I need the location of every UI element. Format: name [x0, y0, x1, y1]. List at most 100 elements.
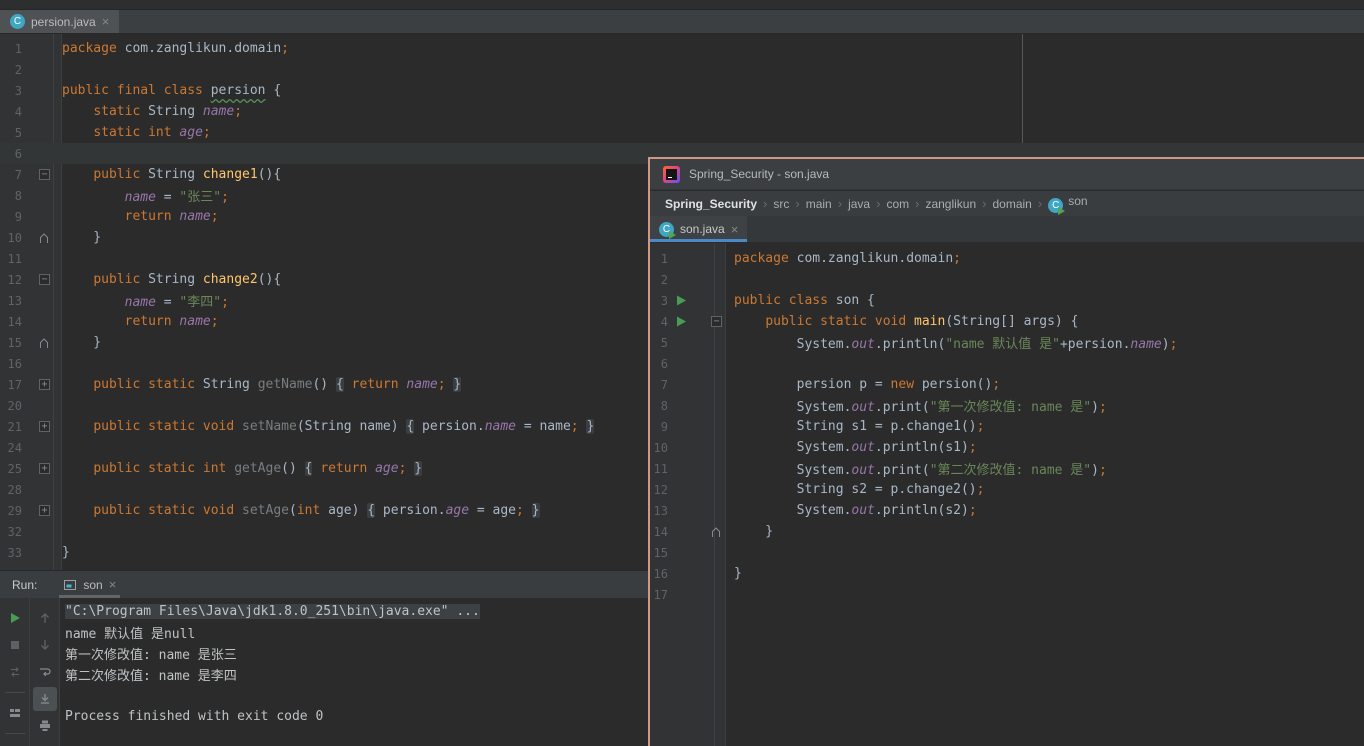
code-line[interactable]: 4 static String name;: [0, 101, 1364, 122]
line-number[interactable]: 15: [650, 546, 670, 560]
line-number[interactable]: 9: [650, 420, 670, 434]
line-number[interactable]: 10: [0, 231, 28, 245]
line-number[interactable]: 5: [650, 336, 670, 350]
fold-collapse-icon[interactable]: −: [711, 316, 722, 327]
tab-son-java[interactable]: C son.java ×: [650, 216, 747, 242]
line-number[interactable]: 21: [0, 420, 28, 434]
code-line[interactable]: 2: [650, 269, 1364, 290]
line-number[interactable]: 12: [650, 483, 670, 497]
breadcrumb-item-son[interactable]: Cson: [1048, 194, 1087, 213]
code-line[interactable]: 1package com.zanglikun.domain;: [0, 38, 1364, 59]
line-number[interactable]: 24: [0, 441, 28, 455]
fold-end-icon[interactable]: [710, 526, 722, 538]
code-line[interactable]: 11 System.out.print("第二次修改值: name 是");: [650, 458, 1364, 479]
code-line[interactable]: 15: [650, 542, 1364, 563]
breadcrumb-item-main[interactable]: main: [806, 197, 832, 211]
line-number[interactable]: 17: [0, 378, 28, 392]
code-line[interactable]: 3public class son {: [650, 290, 1364, 311]
run-line-icon[interactable]: [670, 316, 692, 327]
run-tab-son[interactable]: son ×: [55, 571, 124, 598]
line-number[interactable]: 13: [650, 504, 670, 518]
line-number[interactable]: 16: [0, 357, 28, 371]
line-number[interactable]: 2: [0, 63, 28, 77]
code-line[interactable]: 5 System.out.println("name 默认值 是"+persio…: [650, 332, 1364, 353]
restore-layout-button[interactable]: [3, 701, 27, 725]
code-line[interactable]: 17: [650, 584, 1364, 605]
code-line[interactable]: 9 String s1 = p.change1();: [650, 416, 1364, 437]
code-line[interactable]: 10 System.out.println(s1);: [650, 437, 1364, 458]
line-number[interactable]: 14: [650, 525, 670, 539]
code-line[interactable]: 1package com.zanglikun.domain;: [650, 248, 1364, 269]
prev-occurrence-button[interactable]: [33, 606, 57, 630]
breadcrumb-item-com[interactable]: com: [886, 197, 909, 211]
line-number[interactable]: 10: [650, 441, 670, 455]
rerun-button[interactable]: [3, 606, 27, 630]
breadcrumb-item-src[interactable]: src: [773, 197, 789, 211]
line-number[interactable]: 1: [650, 252, 670, 266]
line-number[interactable]: 25: [0, 462, 28, 476]
line-number[interactable]: 33: [0, 546, 28, 560]
line-number[interactable]: 14: [0, 315, 28, 329]
breadcrumb-item-java[interactable]: java: [848, 197, 870, 211]
fold-end-icon[interactable]: [38, 337, 50, 349]
code-line[interactable]: 14 }: [650, 521, 1364, 542]
line-number[interactable]: 2: [650, 273, 670, 287]
code-line[interactable]: 16}: [650, 563, 1364, 584]
code-line[interactable]: 7 persion p = new persion();: [650, 374, 1364, 395]
line-number[interactable]: 7: [650, 378, 670, 392]
rerun-failed-button[interactable]: [3, 660, 27, 684]
tab-persion-java[interactable]: C persion.java ×: [0, 10, 119, 33]
fold-expand-icon[interactable]: +: [39, 505, 50, 516]
breadcrumb-item-zanglikun[interactable]: zanglikun: [925, 197, 976, 211]
line-number[interactable]: 11: [0, 252, 28, 266]
fold-expand-icon[interactable]: +: [39, 421, 50, 432]
clear-all-button[interactable]: [33, 741, 57, 746]
run-line-icon[interactable]: [670, 295, 692, 306]
fold-collapse-icon[interactable]: −: [39, 274, 50, 285]
pin-tab-button[interactable]: [3, 742, 27, 746]
window-title-bar[interactable]: Spring_Security - son.java: [650, 159, 1364, 190]
line-number[interactable]: 8: [0, 189, 28, 203]
line-number[interactable]: 6: [0, 147, 28, 161]
son-java-editor[interactable]: 1package com.zanglikun.domain; 2 3public c…: [650, 243, 1364, 746]
fold-collapse-icon[interactable]: −: [39, 169, 50, 180]
fold-expand-icon[interactable]: +: [39, 379, 50, 390]
line-number[interactable]: 11: [650, 462, 670, 476]
code-line[interactable]: 5 static int age;: [0, 122, 1364, 143]
scroll-to-end-button[interactable]: [33, 687, 57, 711]
soft-wrap-button[interactable]: [33, 660, 57, 684]
breadcrumb-item-spring_security[interactable]: Spring_Security: [665, 197, 757, 211]
line-number[interactable]: 4: [650, 315, 670, 329]
code-line[interactable]: 3public final class persion {: [0, 80, 1364, 101]
line-number[interactable]: 9: [0, 210, 28, 224]
close-icon[interactable]: ×: [109, 578, 117, 591]
line-number[interactable]: 28: [0, 483, 28, 497]
line-number[interactable]: 13: [0, 294, 28, 308]
line-number[interactable]: 12: [0, 273, 28, 287]
fold-end-icon[interactable]: [38, 232, 50, 244]
line-number[interactable]: 20: [0, 399, 28, 413]
stop-button[interactable]: [3, 633, 27, 657]
code-line[interactable]: 8 System.out.print("第一次修改值: name 是");: [650, 395, 1364, 416]
code-line[interactable]: 13 System.out.println(s2);: [650, 500, 1364, 521]
line-number[interactable]: 17: [650, 588, 670, 602]
code-line[interactable]: 12 String s2 = p.change2();: [650, 479, 1364, 500]
code-line[interactable]: 6: [650, 353, 1364, 374]
line-number[interactable]: 32: [0, 525, 28, 539]
line-number[interactable]: 1: [0, 42, 28, 56]
close-icon[interactable]: ×: [102, 15, 110, 28]
line-number[interactable]: 4: [0, 105, 28, 119]
code-line[interactable]: 2: [0, 59, 1364, 80]
line-number[interactable]: 15: [0, 336, 28, 350]
line-number[interactable]: 8: [650, 399, 670, 413]
print-button[interactable]: [33, 714, 57, 738]
line-number[interactable]: 3: [650, 294, 670, 308]
close-icon[interactable]: ×: [731, 223, 739, 236]
line-number[interactable]: 5: [0, 126, 28, 140]
breadcrumb-item-domain[interactable]: domain: [993, 197, 1032, 211]
line-number[interactable]: 7: [0, 168, 28, 182]
line-number[interactable]: 16: [650, 567, 670, 581]
next-occurrence-button[interactable]: [33, 633, 57, 657]
fold-expand-icon[interactable]: +: [39, 463, 50, 474]
line-number[interactable]: 6: [650, 357, 670, 371]
